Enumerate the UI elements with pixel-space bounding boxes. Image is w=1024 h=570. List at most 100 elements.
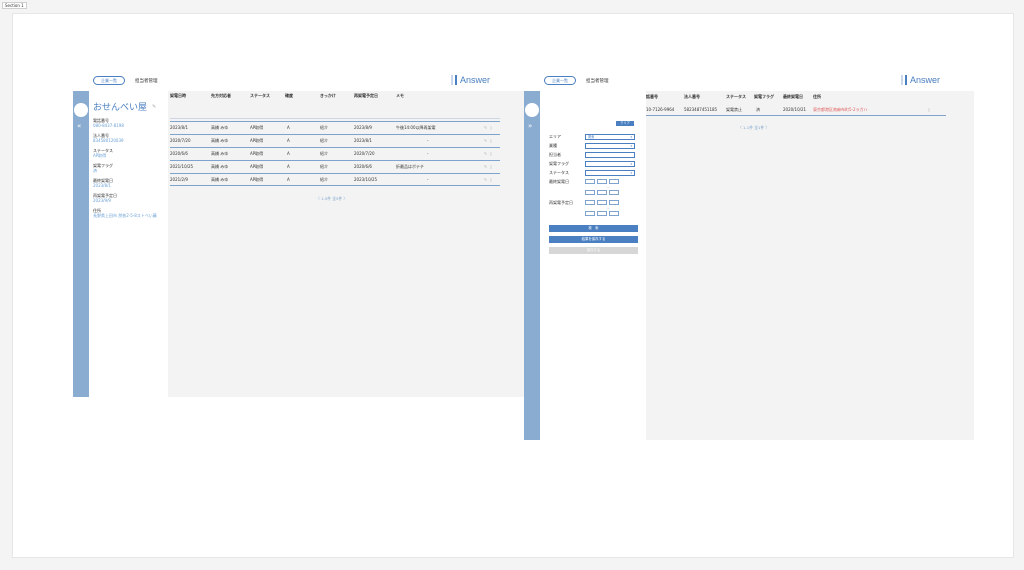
col-status[interactable]: ステータス: [726, 94, 746, 100]
table-row[interactable]: 2023/8/1 高橋 みゆ AP取得 A 紹介 2023/8/9 午後14:0…: [170, 121, 500, 134]
date-month-from[interactable]: [597, 200, 607, 205]
company-detail-frame: 企業一覧 担当者管理 Answer « おせんべい屋 ✎ 電話番号 080-84…: [73, 74, 524, 397]
date-day-to[interactable]: [609, 190, 619, 195]
row-actions: ✎ ▯: [484, 135, 492, 147]
field-value: 済: [93, 168, 97, 173]
chevron-down-icon: ▾: [630, 135, 632, 139]
col-status[interactable]: ステータス: [250, 93, 270, 99]
col-call-datetime[interactable]: 架電日時: [170, 93, 186, 99]
delete-icon[interactable]: ▯: [490, 164, 492, 169]
col-address[interactable]: 住所: [813, 94, 821, 100]
cell-contact-person: 高橋 みゆ: [211, 177, 229, 182]
edit-icon[interactable]: ✎: [484, 125, 487, 130]
company-list-button[interactable]: 企業一覧: [544, 76, 576, 85]
cell-memo: 折最品はボテチ: [396, 164, 424, 169]
cell-call-datetime: 2023/8/1: [170, 125, 188, 130]
edit-icon[interactable]: ✎: [484, 164, 487, 169]
col-corporate-number[interactable]: 法人番号: [684, 94, 700, 100]
logo-mark-light: [900, 75, 903, 85]
logo-mark-dark: [904, 75, 907, 85]
new-entry-row[interactable]: [170, 103, 500, 119]
cell-status: AP取得: [250, 164, 264, 169]
call-flag-select[interactable]: ▾: [585, 161, 635, 167]
cell-status: 架電禁止: [726, 107, 742, 112]
date-day-to[interactable]: [609, 211, 619, 216]
col-trigger[interactable]: きっかけ: [320, 93, 336, 99]
date-year-to[interactable]: [585, 211, 595, 216]
table-row[interactable]: 2021/10/25 高橋 みゆ AP取得 A 紹介 2020/6/6 折最品は…: [170, 160, 500, 173]
delete-icon[interactable]: ▯: [490, 177, 492, 182]
edit-icon[interactable]: ✎: [484, 151, 487, 156]
tab-contact-management[interactable]: 担当者管理: [586, 78, 609, 84]
col-next-call-date[interactable]: 再架電予定日: [354, 93, 378, 99]
col-memo[interactable]: メモ: [396, 93, 404, 99]
filter-label: エリア: [549, 134, 561, 139]
filter-label: 担当者: [549, 152, 561, 157]
status-select[interactable]: ▾: [585, 170, 635, 176]
table-row[interactable]: 2020/6/6 高橋 みゆ AP取得 A 紹介 2020/7/20 - ✎ ▯: [170, 147, 500, 160]
section-tab: Section 1: [2, 2, 27, 9]
date-year-from[interactable]: [585, 179, 595, 184]
date-day-from[interactable]: [609, 179, 619, 184]
cell-next-call-date: 2023/8/1: [354, 138, 372, 143]
company-list-frame: 企業一覧 担当者管理 Answer » クリア エリア 関東 ▾ 業種 ▾ 担当…: [524, 74, 974, 440]
filter-call-flag: 架電フラグ ▾: [549, 161, 641, 167]
clear-button[interactable]: クリア: [616, 121, 634, 126]
pagination[interactable]: 〈 1-5件 全5件 〉: [316, 196, 347, 202]
date-month-from[interactable]: [597, 179, 607, 184]
edit-icon[interactable]: ✎: [484, 138, 487, 143]
search-button[interactable]: 検 索: [549, 225, 638, 232]
col-last-call-date[interactable]: 最終架電日: [783, 94, 803, 100]
cell-contact-person: 高橋 みゆ: [211, 138, 229, 143]
logo-text: Answer: [459, 75, 490, 85]
chevron-down-icon: ▾: [630, 162, 632, 166]
date-month-to[interactable]: [597, 190, 607, 195]
col-probability[interactable]: 確度: [285, 93, 293, 99]
answer-logo: Answer: [900, 75, 940, 85]
save-results-button[interactable]: 結果を保存する: [549, 236, 638, 243]
date-day-from[interactable]: [609, 200, 619, 205]
table-row[interactable]: 10-7126-9964 5823487451185 架電禁止 済 2020/1…: [646, 105, 946, 116]
field-last-call-date: 最終架電日 2023/8/1: [93, 178, 167, 188]
delete-icon[interactable]: ▯: [490, 125, 492, 130]
industry-select[interactable]: ▾: [585, 143, 635, 149]
field-call-flag: 架電フラグ 済: [93, 163, 167, 173]
cell-last-call-date: 2020/10/21: [783, 107, 807, 112]
disabled-save-button: 保存する: [549, 247, 638, 254]
company-list-button[interactable]: 企業一覧: [93, 76, 125, 85]
top-bar: 企業一覧 担当者管理 Answer: [93, 74, 524, 87]
call-history-rows: 2023/8/1 高橋 みゆ AP取得 A 紹介 2023/8/9 午後14:0…: [170, 121, 500, 186]
col-phone[interactable]: 話番号: [646, 94, 658, 100]
date-year-to[interactable]: [585, 190, 595, 195]
company-list-panel: 話番号 法人番号 ステータス 架電フラグ 最終架電日 住所 10-7126-99…: [646, 91, 974, 440]
cell-memo: -: [427, 151, 429, 156]
table-row[interactable]: 2021/2/9 高橋 みゆ AP取得 A 紹介 2023/10/25 - ✎ …: [170, 173, 500, 186]
edit-icon[interactable]: ✎: [152, 104, 156, 110]
delete-icon[interactable]: ▯: [490, 151, 492, 156]
avatar: [74, 103, 88, 117]
col-contact-person[interactable]: 先方対応者: [211, 93, 231, 99]
cell-corporate-number: 5823487451185: [684, 107, 718, 112]
date-month-to[interactable]: [597, 211, 607, 216]
filter-label: 業種: [549, 143, 557, 148]
cell-next-call-date: 2023/8/9: [354, 125, 372, 130]
table-row[interactable]: 2020/7/20 高橋 みゆ AP取得 A 紹介 2023/8/1 - ✎ ▯: [170, 134, 500, 147]
pagination[interactable]: 〈 1-1件 全1件 〉: [738, 125, 769, 131]
person-input[interactable]: [585, 152, 635, 158]
collapse-sidebar-icon[interactable]: «: [77, 122, 81, 130]
col-call-flag[interactable]: 架電フラグ: [754, 94, 774, 100]
cell-probability: A: [287, 151, 290, 156]
row-actions: ✎ ▯: [484, 174, 492, 186]
tab-contact-management[interactable]: 担当者管理: [135, 78, 158, 84]
edit-icon[interactable]: ✎: [484, 177, 487, 182]
range-separator: ~: [607, 206, 610, 210]
delete-icon[interactable]: ▯: [490, 138, 492, 143]
expand-sidebar-icon[interactable]: »: [528, 122, 532, 130]
answer-logo: Answer: [450, 75, 490, 85]
date-year-from[interactable]: [585, 200, 595, 205]
area-select[interactable]: 関東 ▾: [585, 134, 635, 140]
delete-icon[interactable]: ▯: [928, 105, 930, 115]
filter-label: 架電フラグ: [549, 161, 569, 166]
cell-call-flag: 済: [756, 107, 760, 112]
avatar: [525, 103, 539, 117]
